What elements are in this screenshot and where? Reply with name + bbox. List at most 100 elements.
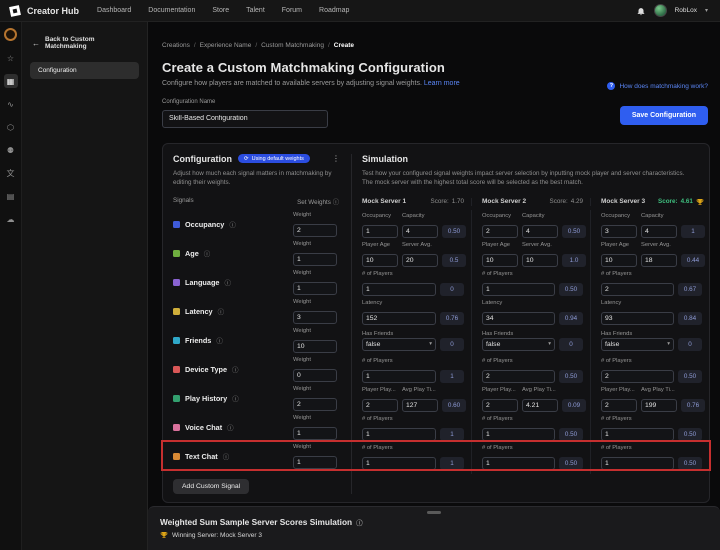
sim-value-input[interactable]	[482, 225, 518, 238]
sim-value-input[interactable]	[362, 370, 436, 383]
sim-value-input[interactable]	[482, 312, 555, 325]
sim-value-input[interactable]	[601, 312, 674, 325]
weight-input[interactable]	[293, 253, 337, 266]
sim-value-input[interactable]	[601, 254, 637, 267]
row-score-chip: 0.50	[559, 457, 583, 470]
sim-value-input[interactable]	[362, 283, 436, 296]
weight-input[interactable]	[293, 224, 337, 237]
breadcrumb-item[interactable]: Experience Name	[200, 42, 252, 49]
sim-value-input[interactable]	[402, 254, 438, 267]
sim-value-input[interactable]	[601, 399, 637, 412]
sim-value-input[interactable]	[641, 399, 677, 412]
sim-value-input[interactable]	[601, 370, 674, 383]
has-friends-select[interactable]: false ▾	[601, 338, 674, 351]
topnav-item[interactable]: Talent	[246, 7, 265, 14]
sim-value-input[interactable]	[402, 399, 438, 412]
sim-value-input[interactable]	[641, 254, 677, 267]
breadcrumb-item[interactable]: Create	[334, 42, 354, 49]
analytics-icon: ∿	[7, 100, 14, 109]
save-configuration-button[interactable]: Save Configuration	[620, 106, 708, 125]
score-value: 4.61	[681, 198, 693, 205]
rail-item-collaborations[interactable]: ⚉	[4, 143, 18, 157]
sim-value-input[interactable]	[641, 225, 677, 238]
sim-field-label: Player Play...	[601, 387, 637, 393]
sim-server-cell: Player Age Server Avg. 1.0	[471, 239, 590, 271]
sim-value-input[interactable]	[362, 428, 436, 441]
experience-avatar[interactable]	[4, 28, 17, 41]
sim-value-input[interactable]	[601, 283, 674, 296]
rail-item-payments[interactable]: ▤	[4, 189, 18, 203]
sim-value-input[interactable]	[482, 370, 555, 383]
learn-more-link[interactable]: Learn more	[424, 80, 460, 87]
notifications-bell-icon[interactable]	[636, 6, 646, 16]
sim-value-input[interactable]	[601, 225, 637, 238]
sim-value-input[interactable]	[362, 312, 436, 325]
sim-value-input[interactable]	[482, 283, 555, 296]
winning-server-text: Winning Server: Mock Server 3	[172, 532, 262, 539]
breadcrumb-item[interactable]: Custom Matchmaking	[261, 42, 324, 49]
has-friends-select[interactable]: false ▾	[362, 338, 436, 351]
sim-value-input[interactable]	[362, 457, 436, 470]
sim-value-input[interactable]	[482, 457, 555, 470]
mock-server-header: Mock Server 2 Score: 4.29	[471, 198, 590, 206]
mock-server-name: Mock Server 3	[601, 198, 645, 205]
configuration-name-input[interactable]	[162, 110, 328, 128]
sim-value-input[interactable]	[482, 254, 518, 267]
drawer-drag-handle[interactable]	[427, 511, 441, 514]
row-score-chip: 0.50	[678, 428, 702, 441]
sim-value-input[interactable]	[601, 457, 674, 470]
matchmaking-panel: Configuration ⟳ Using default weights ⋮ …	[162, 143, 710, 503]
rail-item-favorites[interactable]: ☆	[4, 51, 18, 65]
weight-input[interactable]	[293, 369, 337, 382]
sim-value-input[interactable]	[601, 428, 674, 441]
rail-item-localization[interactable]: 文	[4, 166, 18, 180]
weight-input[interactable]	[293, 398, 337, 411]
store-icon: ⬡	[7, 123, 14, 132]
sim-value-input[interactable]	[362, 254, 398, 267]
signal-color-swatch	[173, 337, 180, 344]
sim-field-label: Avg Play Ti...	[641, 387, 677, 393]
topnav-item[interactable]: Forum	[282, 7, 302, 14]
info-icon: ⓘ	[229, 219, 236, 229]
weight-input[interactable]	[293, 427, 337, 440]
rail-item-analytics[interactable]: ∿	[4, 97, 18, 111]
user-name[interactable]: RobLox	[675, 7, 697, 14]
sim-value-input[interactable]	[482, 399, 518, 412]
sim-field-label: Player Play...	[362, 387, 398, 393]
signal-row: Language ⓘ Weight	[173, 268, 343, 297]
simulation-section: Simulation Test how your configured sign…	[351, 154, 709, 494]
sim-field-label: Occupancy	[482, 213, 518, 219]
rail-item-creations[interactable]: ▦	[4, 74, 18, 88]
sim-value-input[interactable]	[522, 225, 558, 238]
signal-row: Occupancy ⓘ Weight	[173, 210, 343, 239]
sim-value-input[interactable]	[522, 399, 558, 412]
topnav-item[interactable]: Store	[212, 7, 229, 14]
how-does-matchmaking-work-link[interactable]: ? How does matchmaking work?	[607, 82, 708, 90]
topnav-item[interactable]: Roadmap	[319, 7, 349, 14]
sim-value-input[interactable]	[362, 399, 398, 412]
sidebar-item-configuration[interactable]: Configuration	[30, 62, 139, 79]
sim-value-input[interactable]	[522, 254, 558, 267]
topnav-item[interactable]: Dashboard	[97, 7, 131, 14]
kebab-menu-icon[interactable]: ⋮	[329, 154, 343, 163]
signal-row: Device Type ⓘ Weight	[173, 355, 343, 384]
rail-item-store[interactable]: ⬡	[4, 120, 18, 134]
sim-field-label: Player Age	[601, 242, 637, 248]
roblox-logo-icon	[9, 5, 21, 17]
user-avatar[interactable]	[654, 4, 667, 17]
weight-input[interactable]	[293, 282, 337, 295]
weight-input[interactable]	[293, 311, 337, 324]
topnav-item[interactable]: Documentation	[148, 7, 195, 14]
weight-input[interactable]	[293, 456, 337, 469]
signal-row: Play History ⓘ Weight	[173, 384, 343, 413]
sim-value-input[interactable]	[362, 225, 398, 238]
has-friends-select[interactable]: false ▾	[482, 338, 555, 351]
breadcrumb-item[interactable]: Creations	[162, 42, 190, 49]
sim-value-input[interactable]	[402, 225, 438, 238]
sim-value-input[interactable]	[482, 428, 555, 441]
add-custom-signal-button[interactable]: Add Custom Signal	[173, 479, 249, 494]
back-to-custom-matchmaking[interactable]: ← Back to Custom Matchmaking	[22, 36, 147, 50]
weight-input[interactable]	[293, 340, 337, 353]
rail-item-cloud[interactable]: ☁	[4, 212, 18, 226]
chevron-down-icon[interactable]: ▾	[705, 7, 708, 14]
